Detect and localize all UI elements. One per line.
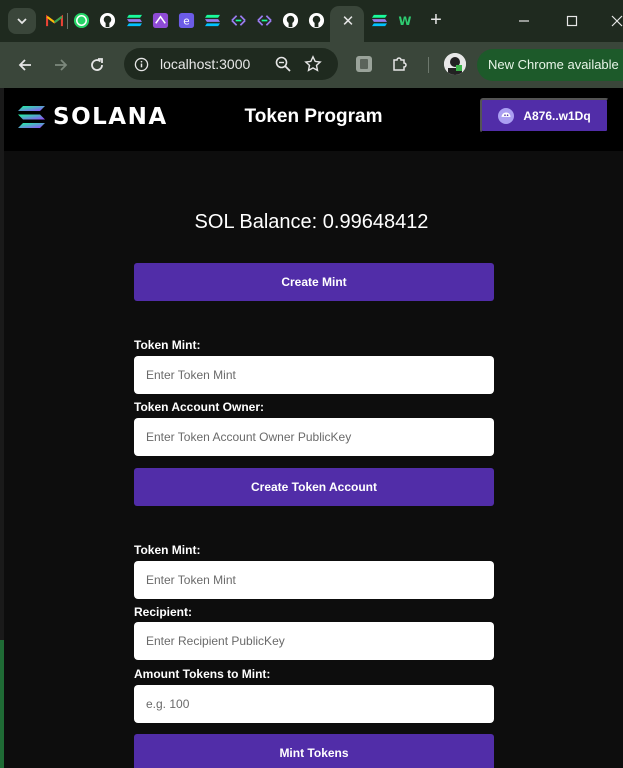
sol-balance: SOL Balance: 0.99648412 [194, 211, 429, 233]
token-account-owner-input[interactable] [134, 418, 494, 456]
solana-icon[interactable] [203, 11, 221, 29]
whatsapp-icon[interactable] [72, 11, 90, 29]
zoom-icon[interactable] [274, 55, 292, 73]
maximize-icon [566, 15, 578, 27]
reload-icon [91, 58, 103, 71]
arrow-left-icon [18, 59, 31, 71]
site-info-icon[interactable] [132, 55, 150, 73]
token-mint-label: Token Mint: [134, 338, 201, 352]
solana-icon[interactable] [125, 11, 143, 29]
arrow-right-icon [55, 59, 68, 71]
extensions-puzzle-icon[interactable] [390, 54, 410, 74]
phantom-icon[interactable] [151, 11, 169, 29]
mint-tokens-button[interactable]: Mint Tokens [134, 734, 494, 768]
new-tab-button[interactable]: + [426, 10, 446, 30]
ethereum-icon[interactable]: e [177, 11, 195, 29]
browser-tab-strip: e ✕ W + [0, 0, 623, 42]
minimize-window-button[interactable] [511, 8, 537, 34]
reload-button[interactable] [86, 54, 108, 76]
token-mint-input[interactable] [134, 356, 494, 394]
close-window-button[interactable] [604, 8, 623, 34]
wallet-address: A876..w1Dq [523, 108, 591, 123]
token-account-owner-label: Token Account Owner: [134, 400, 265, 414]
phantom-wallet-icon [498, 107, 515, 124]
close-icon [611, 15, 623, 27]
new-chrome-label: New Chrome available [488, 57, 619, 72]
mint-token-mint-input[interactable] [134, 561, 494, 599]
recipient-label: Recipient: [134, 605, 193, 619]
wallet-button[interactable]: A876..w1Dq [480, 98, 609, 133]
amount-label: Amount Tokens to Mint: [134, 667, 271, 681]
extension-icon[interactable] [354, 54, 374, 74]
url-text[interactable]: localhost:3000 [160, 56, 250, 72]
new-chrome-available-button[interactable]: New Chrome available [477, 49, 623, 81]
chevron-down-icon [17, 18, 27, 25]
gmail-icon[interactable] [45, 11, 63, 29]
close-tab-icon[interactable]: ✕ [339, 12, 357, 30]
mint-token-mint-label: Token Mint: [134, 543, 201, 557]
github-icon[interactable] [98, 11, 116, 29]
minimize-icon [519, 20, 529, 22]
tab-search-button[interactable] [8, 8, 36, 34]
back-button[interactable] [14, 54, 36, 76]
svg-text:e: e [183, 15, 189, 27]
github-icon[interactable] [281, 11, 299, 29]
profile-avatar[interactable] [444, 53, 466, 75]
address-bar[interactable]: localhost:3000 [124, 48, 338, 80]
solana-explorer-icon[interactable] [255, 11, 273, 29]
maximize-window-button[interactable] [559, 8, 585, 34]
solana-icon[interactable] [370, 11, 388, 29]
solana-explorer-icon[interactable] [229, 11, 247, 29]
github-icon[interactable] [307, 11, 325, 29]
amount-input[interactable] [134, 685, 494, 723]
svg-text:W: W [399, 14, 412, 28]
create-token-account-button[interactable]: Create Token Account [134, 468, 494, 506]
browser-toolbar: localhost:3000 New Chrome available [0, 42, 623, 88]
bookmark-star-icon[interactable] [304, 55, 322, 73]
create-mint-button[interactable]: Create Mint [134, 263, 494, 301]
app-header: SOLANA Token Program A876..w1Dq [4, 88, 623, 151]
webflow-icon[interactable]: W [396, 11, 414, 29]
forward-button[interactable] [50, 54, 72, 76]
recipient-input[interactable] [134, 622, 494, 660]
